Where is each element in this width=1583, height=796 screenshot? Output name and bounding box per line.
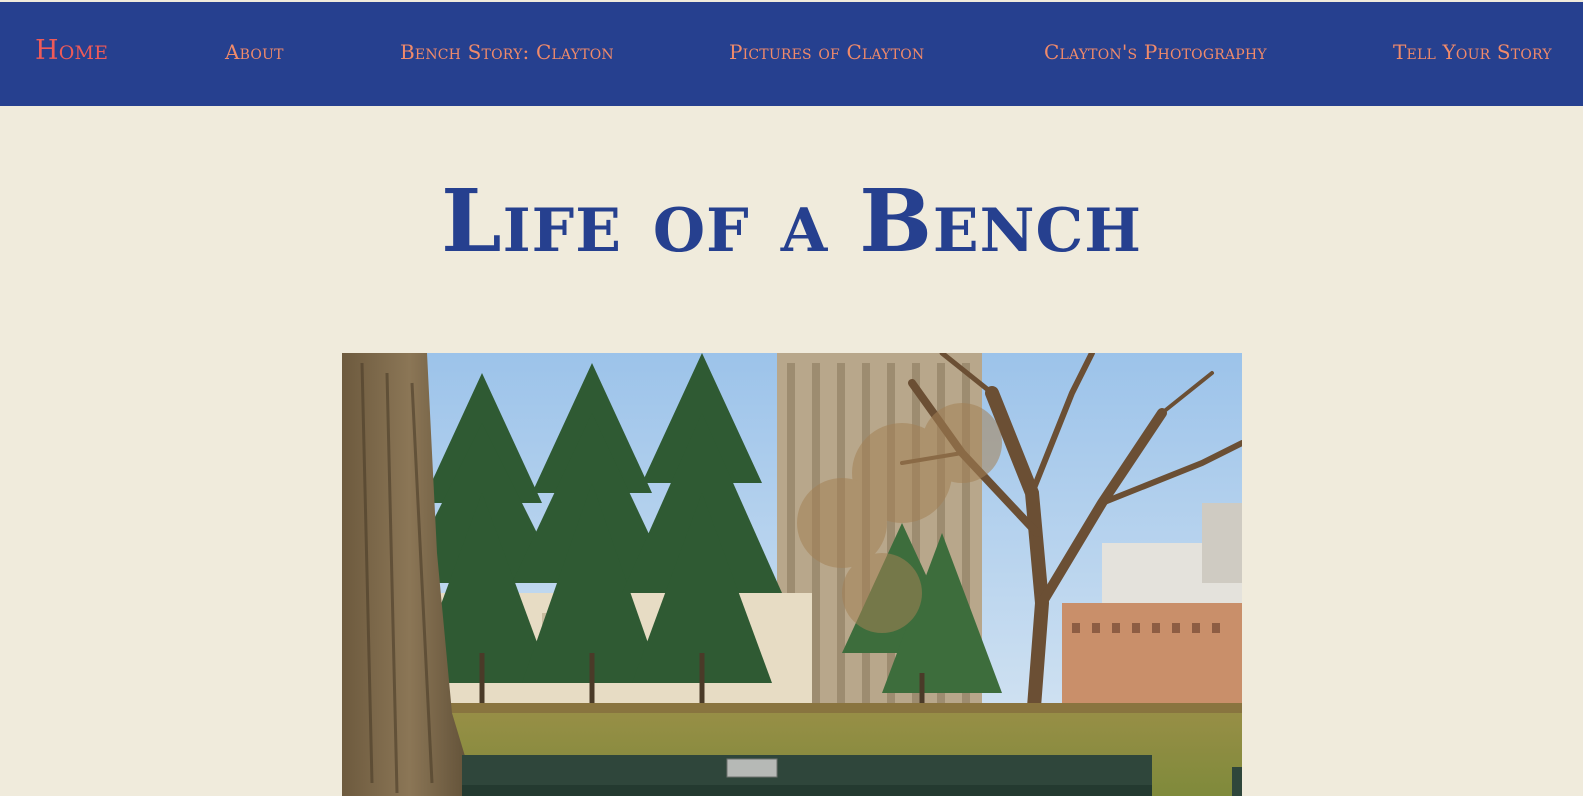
page-title: Life of a Bench xyxy=(441,171,1142,272)
park-bench-photo xyxy=(342,353,1242,796)
nav-bench-story-link[interactable]: Bench Story: Clayton xyxy=(400,40,614,64)
nav-about-link[interactable]: About xyxy=(225,40,284,64)
top-navigation-bar: Home About Bench Story: Clayton Pictures… xyxy=(0,2,1583,106)
hero-image xyxy=(342,353,1242,796)
nav-tell-story-link[interactable]: Tell Your Story xyxy=(1393,40,1552,64)
nav-photography-link[interactable]: Clayton's Photography xyxy=(1044,40,1267,64)
nav-home-link[interactable]: Home xyxy=(35,37,108,64)
nav-pictures-link[interactable]: Pictures of Clayton xyxy=(729,40,924,64)
